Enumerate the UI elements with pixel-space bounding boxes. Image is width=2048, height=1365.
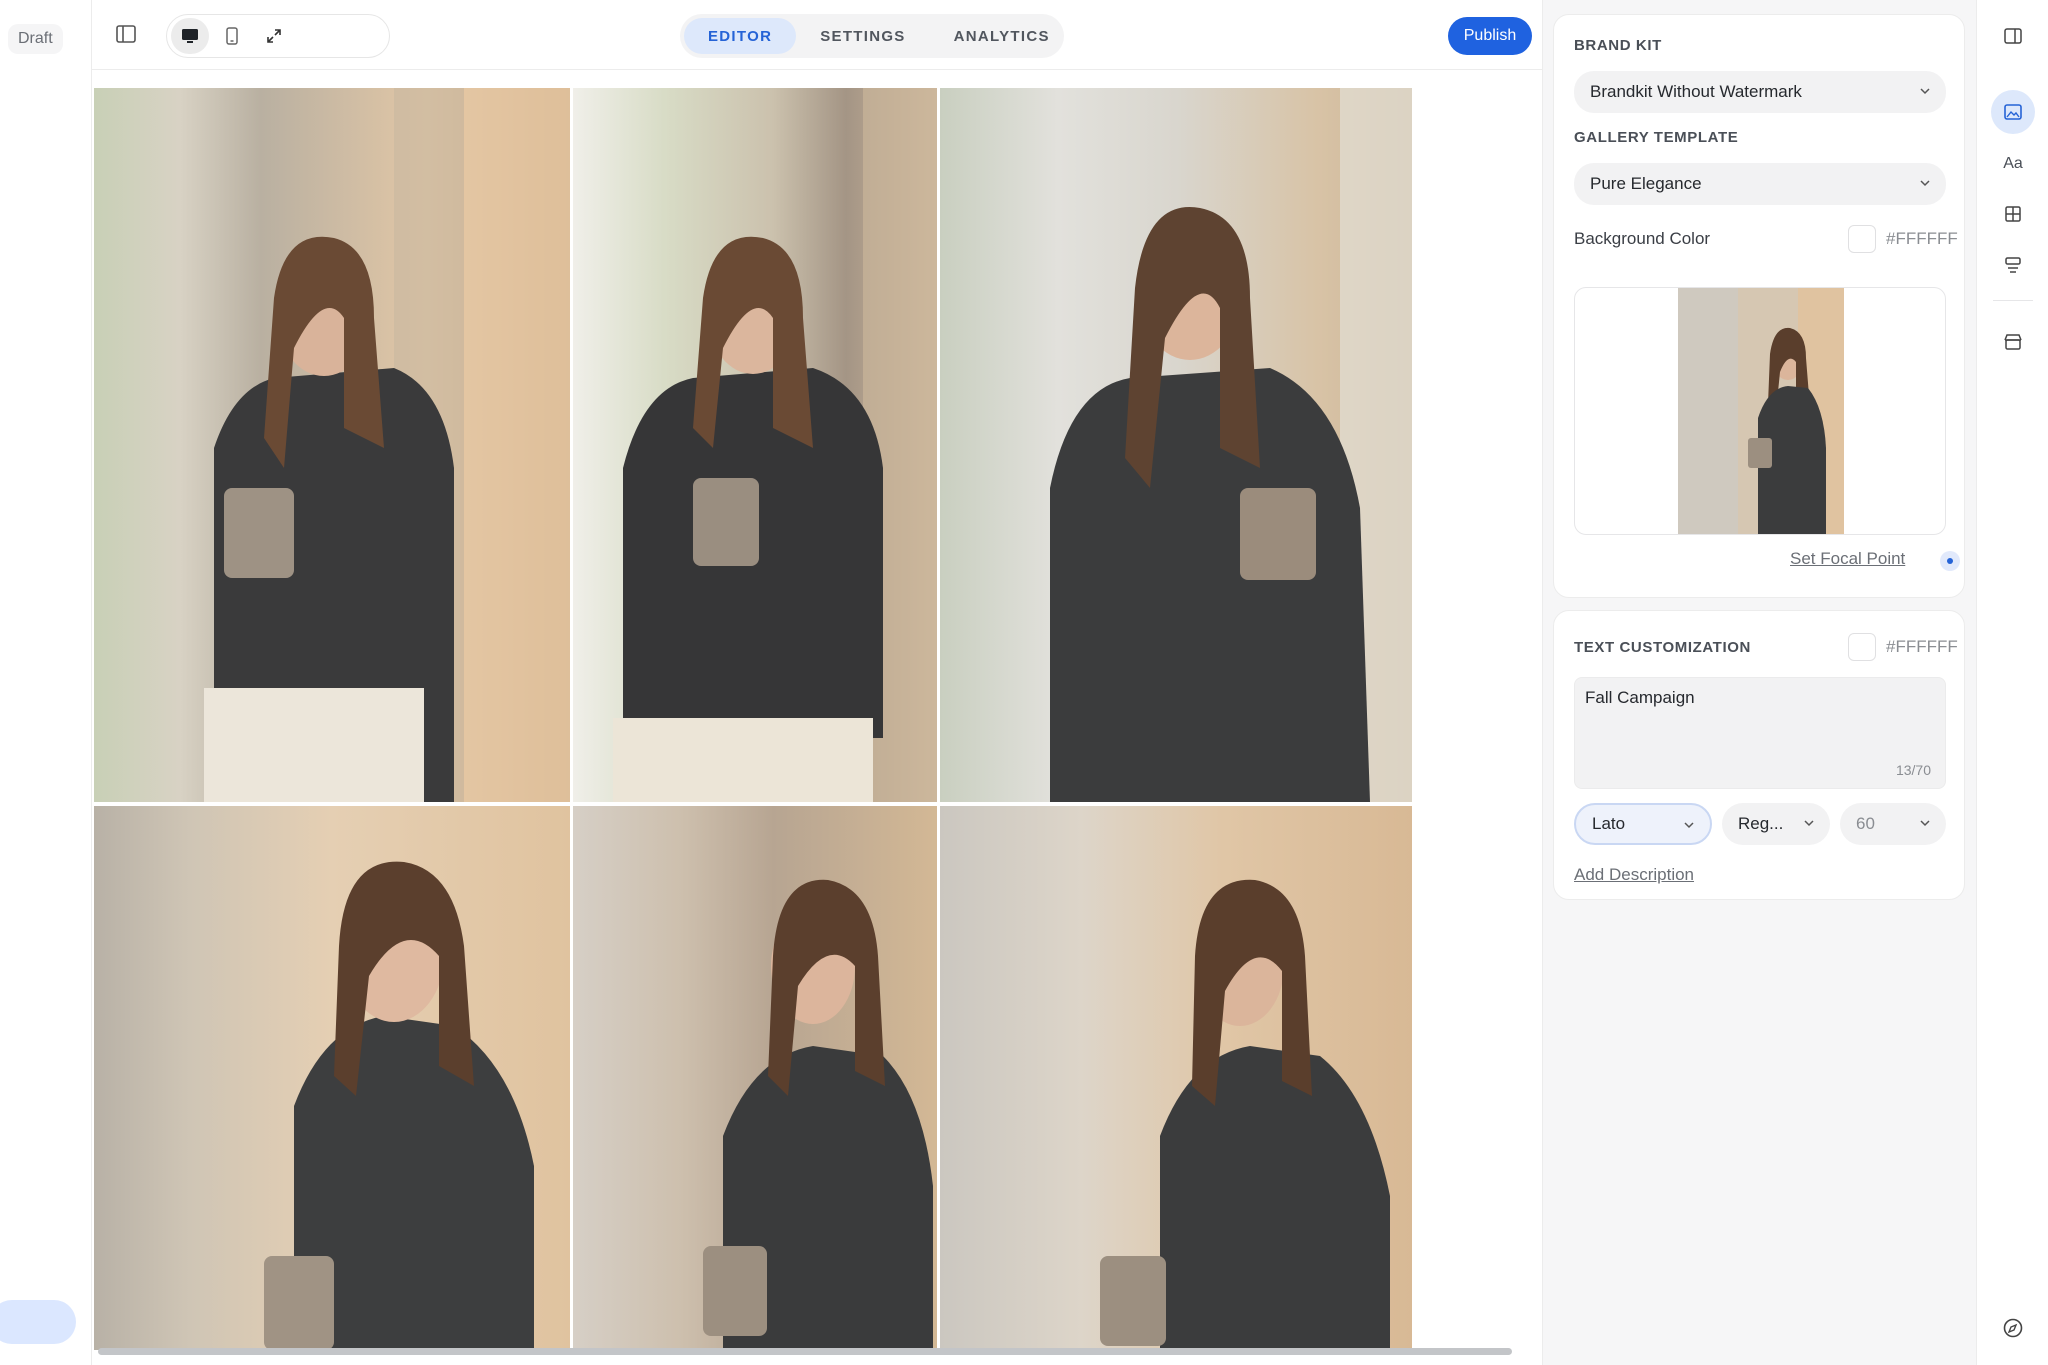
gallery-photo[interactable] — [940, 806, 1412, 1350]
brand-kit-select[interactable]: Brandkit Without Watermark — [1574, 71, 1946, 113]
background-color-label: Background Color — [1574, 229, 1711, 248]
background-color-swatch[interactable] — [1848, 225, 1876, 253]
panel-toggle-icon — [2004, 28, 2022, 44]
sections-icon — [2005, 257, 2021, 273]
text-customization-card: TEXT CUSTOMIZATION #FFFFFF Fall Campaign… — [1553, 610, 1965, 900]
brand-kit-label: BRAND KIT — [1574, 37, 1662, 54]
text-color-swatch[interactable] — [1848, 633, 1876, 661]
desktop-view-button[interactable] — [171, 18, 209, 54]
rail-divider — [1993, 300, 2033, 301]
chevron-down-icon — [1920, 180, 1930, 187]
chevron-down-icon — [1804, 820, 1814, 827]
editor-tabs: EDITOR SETTINGS ANALYTICS — [680, 14, 1064, 58]
set-focal-point-link[interactable]: Set Focal Point — [1790, 549, 1905, 569]
chevron-down-icon — [1684, 822, 1694, 829]
portrait-figure — [1050, 88, 1412, 802]
chevron-down-icon — [1920, 88, 1930, 95]
gallery-photo[interactable] — [573, 88, 937, 802]
tab-editor[interactable]: EDITOR — [684, 18, 797, 54]
text-input[interactable]: Fall Campaign 13/70 — [1574, 677, 1946, 789]
focal-preview[interactable] — [1574, 287, 1946, 535]
settings-panel: BRAND KIT Brandkit Without Watermark GAL… — [1542, 0, 1976, 1365]
portrait-figure — [703, 879, 933, 1350]
fullscreen-icon — [267, 29, 281, 43]
layout-tool-button[interactable] — [1991, 192, 2035, 236]
font-family-value: Lato — [1592, 814, 1626, 833]
sidebar-icon — [116, 25, 136, 43]
publish-button[interactable]: Publish — [1448, 17, 1532, 55]
typography-tool-button[interactable]: Aa — [1991, 142, 2035, 186]
background-color-hex[interactable]: #FFFFFF — [1886, 229, 1958, 249]
gallery-photo[interactable] — [573, 806, 937, 1350]
gallery-template-label: GALLERY TEMPLATE — [1574, 129, 1739, 146]
font-size-select[interactable]: 60 — [1840, 803, 1946, 845]
fullscreen-button[interactable] — [255, 18, 293, 54]
left-action-pill[interactable] — [0, 1300, 76, 1344]
desktop-icon — [182, 29, 198, 43]
gallery-canvas — [92, 70, 1628, 1365]
chevron-down-icon — [1920, 820, 1930, 827]
panel-toggle-button[interactable] — [1991, 14, 2035, 58]
mobile-icon — [226, 27, 238, 45]
gallery-photo[interactable] — [94, 88, 570, 802]
brand-kit-value: Brandkit Without Watermark — [1590, 82, 1802, 101]
add-description-link[interactable]: Add Description — [1574, 865, 1694, 885]
font-weight-select[interactable]: Reg... — [1722, 803, 1830, 845]
font-size-value: 60 — [1856, 814, 1875, 833]
tool-rail: Aa — [1976, 0, 2048, 1365]
device-switcher — [166, 14, 390, 58]
font-weight-value: Reg... — [1738, 814, 1784, 833]
layout-grid-icon — [2005, 206, 2021, 222]
tab-analytics[interactable]: ANALYTICS — [930, 18, 1074, 54]
explore-button[interactable] — [1991, 1306, 2035, 1350]
sidebar-toggle-button[interactable] — [110, 18, 142, 50]
typography-icon: Aa — [2003, 155, 2023, 172]
font-family-select[interactable]: Lato — [1574, 803, 1712, 845]
char-counter: 13/70 — [1895, 762, 1931, 778]
horizontal-scrollbar[interactable] — [98, 1348, 1512, 1355]
portrait-figure — [1100, 879, 1390, 1350]
gallery-photo[interactable] — [94, 806, 570, 1350]
store-tool-button[interactable] — [1991, 320, 2035, 364]
portrait-figure — [204, 88, 570, 802]
text-input-value: Fall Campaign — [1585, 688, 1695, 707]
portrait-figure — [264, 861, 534, 1350]
focal-point-indicator[interactable] — [1940, 551, 1960, 571]
gallery-template-value: Pure Elegance — [1590, 174, 1702, 193]
tab-settings[interactable]: SETTINGS — [796, 18, 929, 54]
store-icon — [2004, 334, 2022, 350]
preview-thumbnail — [1678, 288, 1844, 534]
gallery-photo[interactable] — [940, 88, 1412, 802]
brand-settings-card: BRAND KIT Brandkit Without Watermark GAL… — [1553, 14, 1965, 598]
portrait-figure — [613, 88, 937, 802]
draft-status-badge: Draft — [8, 24, 63, 54]
text-customization-label: TEXT CUSTOMIZATION — [1574, 639, 1751, 656]
gallery-template-select[interactable]: Pure Elegance — [1574, 163, 1946, 205]
compass-icon — [2003, 1318, 2023, 1338]
text-color-hex[interactable]: #FFFFFF — [1886, 637, 1958, 657]
left-strip: Draft — [0, 0, 92, 1365]
image-icon — [2004, 104, 2022, 120]
mobile-view-button[interactable] — [213, 18, 251, 54]
editor-toolbar: EDITOR SETTINGS ANALYTICS Publish — [92, 0, 1542, 70]
sections-tool-button[interactable] — [1991, 244, 2035, 288]
image-tool-button[interactable] — [1991, 90, 2035, 134]
